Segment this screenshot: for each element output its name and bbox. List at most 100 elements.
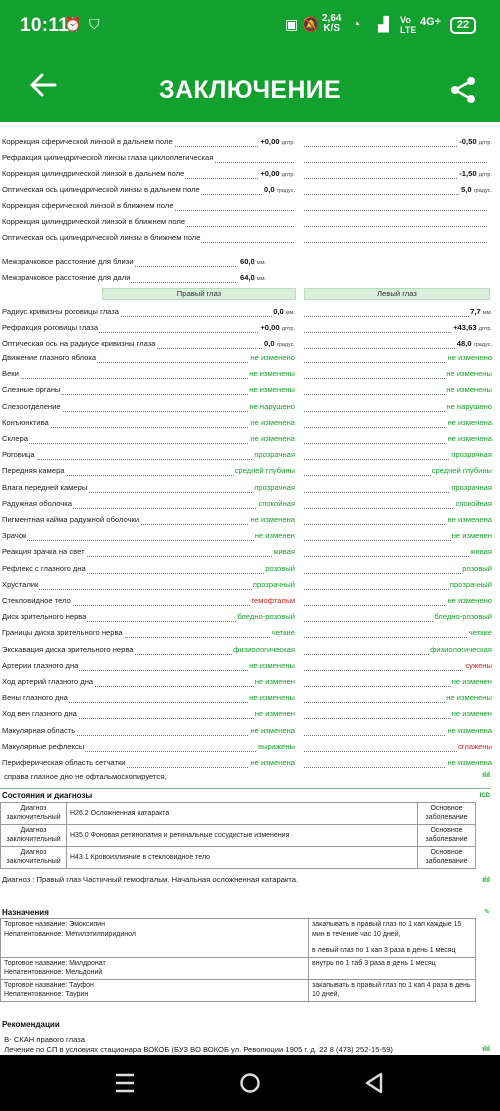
row-label: Роговица <box>2 447 36 464</box>
clock: 10:11 <box>20 15 70 36</box>
left-eye-finding: спокойная <box>454 495 492 512</box>
divider <box>0 788 490 789</box>
row-label: Диск зрительного нерва <box>2 609 88 626</box>
finding-row: Влага передней камеры прозрачная прозрачна… <box>0 479 500 496</box>
left-eye-finding: живая <box>469 544 492 561</box>
finding-row: Макулярная область не изменена не изменена <box>0 722 500 739</box>
battery-icon: 22 <box>450 17 476 34</box>
back-icon[interactable] <box>364 1072 384 1099</box>
finding-row: Слезные органы не изменены не изменены <box>0 382 500 399</box>
diagnosis-kind: Диагноз заключительный <box>0 846 67 869</box>
inn-label: Непатентованное: <box>4 930 64 938</box>
chart-icon[interactable]: ılıl <box>482 772 490 779</box>
trade-name: Милдронат <box>69 959 106 967</box>
prescription-row: Торговое название: Милдронат Непатентован… <box>0 956 476 980</box>
diagnosis-kind: Диагноз заключительный <box>0 802 67 825</box>
dosage-line: закапывать в правый глаз по 1 кап каждые… <box>312 921 462 938</box>
right-eye-finding: бледно-розовый <box>236 609 295 626</box>
exam-row: Оптическая ось цилиндрической линзы в да… <box>0 182 500 199</box>
dotted-leader <box>304 669 487 671</box>
finding-row: Границы диска зрительного нерва четкие чет… <box>0 625 500 642</box>
right-eye-finding: средней глубины <box>233 463 295 480</box>
diagnosis-kind: Диагноз заключительный <box>0 824 67 847</box>
right-eye-finding: не изменено <box>249 350 295 366</box>
trade-name: Тауфон <box>69 981 94 989</box>
right-eye-finding: живая <box>272 544 295 561</box>
chart-icon[interactable]: ılıl <box>482 877 490 884</box>
mute-icon: 🔕 <box>302 16 320 32</box>
left-eye-finding: прозрачная <box>450 479 492 496</box>
right-eye-finding: не изменены <box>248 690 295 707</box>
left-eye-finding: не изменена <box>446 722 492 739</box>
pd-row: Межзрачковое расстояние для близи 60,0 мм… <box>0 254 500 271</box>
unit: градус. <box>473 188 492 194</box>
left-eye-value: 5,0 градус. <box>460 182 492 199</box>
exam-row: Коррекция сферической линзой в ближнем п… <box>0 198 500 214</box>
left-eye-finding: не изменена <box>446 414 492 431</box>
right-eye-finding: не изменена <box>249 512 295 528</box>
row-label: Склера <box>2 431 29 447</box>
right-eye-value: +0,00 дптр. <box>259 134 295 151</box>
dotted-leader <box>304 556 487 558</box>
row-label: Реакция зрачка на свет <box>2 544 86 561</box>
report-content[interactable]: Коррекция сферической линзой в дальнем п… <box>0 122 500 1055</box>
diagnosis-text: Диагноз : Правый глаз Частичный гемофтал… <box>2 875 299 884</box>
dotted-leader <box>304 572 487 574</box>
row-label: Коррекция цилиндрической линзой в ближне… <box>2 214 187 230</box>
exam-row: Оптическая ось цилиндрической линзы в бл… <box>0 230 500 246</box>
row-label: Межзрачковое расстояние для близи <box>2 254 135 270</box>
row-label: Артерии глазного дна <box>2 657 80 674</box>
dosage: закапывать в правый глаз по 1 кап 4 раза… <box>308 978 476 1002</box>
pd-value: 60,0 мм. <box>239 254 266 271</box>
finding-row: Макулярные рефлексы выражены сглажены <box>0 738 500 755</box>
right-eye-value: +0,00 дптр. <box>259 166 295 183</box>
diagnosis-text: H35.0 Фоновая ретинопатия и ретинальные … <box>66 824 418 847</box>
row-label: Веки <box>2 366 20 383</box>
unit: мм. <box>285 310 295 316</box>
recents-icon[interactable] <box>115 1072 135 1099</box>
diagnosis-row: Диагноз заключительный H35.0 Фоновая рети… <box>0 824 476 847</box>
chart-icon[interactable]: ılıl <box>482 1046 490 1053</box>
page-title: ЗАКЛЮЧЕНИЕ <box>159 76 341 104</box>
right-eye-finding: не изменены <box>248 382 295 399</box>
status-bar: 10:11 ⏰ ⛉ ▣ 🔕 2,64 K/S ◔ ▟ Vo LTE 4G+ 22 <box>0 0 500 56</box>
left-eye-value: +43,63 дптр. <box>452 320 492 337</box>
value: +0,00 <box>260 169 280 178</box>
dotted-leader <box>304 210 487 211</box>
icd-badge[interactable]: ICD <box>480 793 490 799</box>
value: 0,0 <box>264 185 275 194</box>
finding-row: Веки не изменены не изменены <box>0 366 500 383</box>
drug-names: Торговое название: Тауфон Непатентованное… <box>0 978 309 1002</box>
diagnosis-text: H43.1 Кровоизлияние в стекловидное тело <box>66 846 418 869</box>
left-eye-value: 7,7 мм. <box>469 304 492 321</box>
value: +43,63 <box>453 323 477 332</box>
left-eye-value: -1,50 дптр. <box>458 166 492 183</box>
value: +0,00 <box>260 323 280 332</box>
home-icon[interactable] <box>239 1072 261 1099</box>
diagnosis-text: H26.2 Осложненная катаракта <box>66 802 418 825</box>
row-label: Межзрачковое расстояние для дали <box>2 270 132 286</box>
row-label: Слезные органы <box>2 382 62 399</box>
right-eye-finding: розовый <box>264 560 295 577</box>
diagnosis-row: Диагноз заключительный H43.1 Кровоизлияни… <box>0 846 476 869</box>
drug-names: Торговое название: Эмоксипин Непатентован… <box>0 918 309 958</box>
finding-row: Склера не изменена не изменена <box>0 431 500 447</box>
diagnosis-table: Диагноз заключительный H26.2 Осложненная … <box>0 802 476 869</box>
pd-row: Межзрачковое расстояние для дали 64,0 мм. <box>0 270 500 287</box>
row-label: Коррекция сферической линзой в дальнем п… <box>2 134 174 150</box>
trade-name-label: Торговое название: <box>4 959 68 967</box>
share-icon[interactable] <box>449 76 477 104</box>
unit: градус. <box>473 342 492 348</box>
row-label: Влага передней камеры <box>2 479 89 496</box>
unit: мм. <box>256 276 266 282</box>
nfc-icon: ▣ <box>285 16 299 32</box>
left-eye-finding: не изменена <box>446 512 492 528</box>
right-eye-finding: прозрачный <box>251 576 295 593</box>
navigation-bar <box>0 1055 500 1111</box>
right-eye-value: +0,00 дптр. <box>259 320 295 337</box>
edit-icon[interactable]: ✎ <box>484 908 490 916</box>
unit: мм. <box>256 260 266 266</box>
finding-row: Передняя камера средней глубины средней гл… <box>0 463 500 480</box>
recommendations-title: Рекомендации <box>2 1020 60 1029</box>
recommendation-item: Лечение по СП в условиях стационара ВОКО… <box>4 1045 393 1054</box>
